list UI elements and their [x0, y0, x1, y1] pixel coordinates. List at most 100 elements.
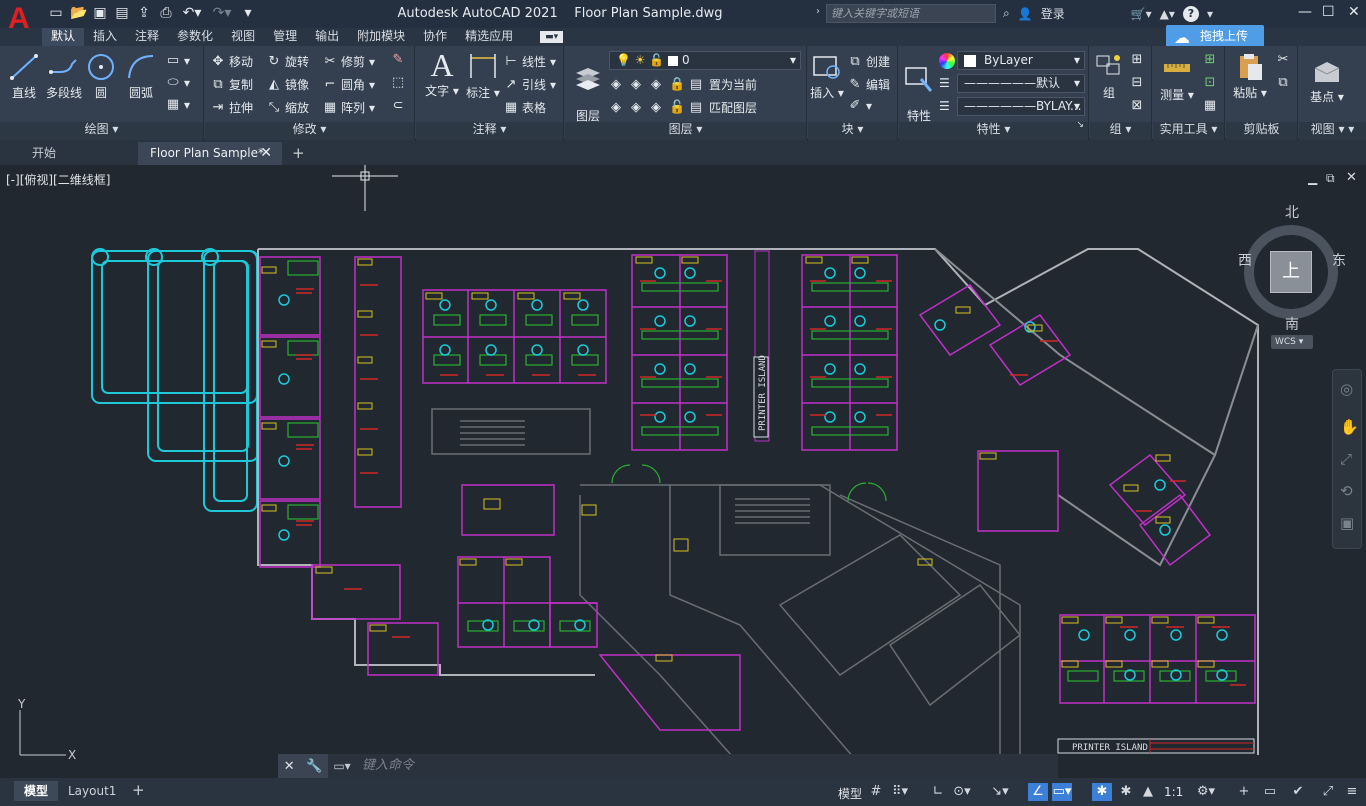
- tab-manage[interactable]: 管理: [264, 28, 306, 46]
- annotation-scale-icon[interactable]: ▲: [1138, 783, 1158, 801]
- object-snap-icon[interactable]: ▭▾: [1052, 783, 1072, 801]
- layer-isolate-icon[interactable]: ◈: [629, 77, 643, 92]
- fillet-button[interactable]: ⌐ 圆角 ▾: [323, 76, 376, 93]
- linetype-dropdown[interactable]: ——————默认 ▾: [957, 74, 1085, 93]
- save-icon[interactable]: ▣: [92, 5, 108, 21]
- clean-screen-icon[interactable]: ⤢: [1318, 783, 1338, 801]
- autodesk-icon[interactable]: ▲▾: [1160, 7, 1175, 21]
- tab-output[interactable]: 输出: [306, 28, 348, 46]
- base-button[interactable]: 基点 ▾: [1307, 56, 1347, 105]
- properties-panel-label[interactable]: 特性 ▾ ↘: [899, 120, 1088, 137]
- layer-thaw-icon[interactable]: ◈: [649, 100, 663, 115]
- edit-block-button[interactable]: ✎ 编辑: [848, 76, 890, 93]
- annotation-panel-label[interactable]: 注释 ▾: [416, 120, 563, 137]
- file-tab-start[interactable]: 开始: [20, 142, 140, 165]
- rotate-button[interactable]: ↻ 旋转: [267, 53, 309, 70]
- layer-unlock-icon[interactable]: 🔓: [669, 100, 685, 115]
- search-input[interactable]: 键入关键字或短语: [826, 4, 996, 23]
- groups-panel-label[interactable]: 组 ▾: [1090, 120, 1151, 137]
- file-tab-floor-plan[interactable]: Floor Plan Sample* ✕: [138, 142, 282, 165]
- zoom-extents-icon[interactable]: ⤢: [1340, 450, 1352, 468]
- linear-dim-button[interactable]: ⊢ 线性 ▾: [504, 53, 556, 70]
- steering-wheel-icon[interactable]: ◎: [1340, 380, 1353, 398]
- tab-addins[interactable]: 附加模块: [348, 28, 414, 46]
- floor-plan-drawing[interactable]: PRINTER ISLAND PRINTER ISLAND Y X: [0, 165, 1366, 778]
- command-prompt-icon[interactable]: ▭▾: [328, 754, 356, 778]
- maximize-icon[interactable]: ☐: [1322, 4, 1335, 20]
- workspace-gear-icon[interactable]: ⚙▾: [1196, 783, 1216, 801]
- group-button[interactable]: 组: [1092, 52, 1126, 101]
- scale-button[interactable]: ⤡ 缩放: [267, 99, 309, 116]
- tab-featured-apps[interactable]: 精选应用: [456, 28, 522, 46]
- quick-select-icon[interactable]: ⊞: [1203, 53, 1217, 67]
- trim-button[interactable]: ✂ 修剪 ▾: [323, 53, 376, 70]
- calculator-icon[interactable]: ▦: [1203, 99, 1217, 113]
- customize-command-icon[interactable]: 🔧: [306, 759, 322, 774]
- explode-icon[interactable]: ⬚: [391, 76, 405, 90]
- layer-unisolate-icon[interactable]: ◈: [629, 100, 643, 115]
- isodraft-icon[interactable]: ↘▾: [990, 783, 1010, 801]
- annotation-visibility-icon[interactable]: ✱: [1092, 783, 1112, 801]
- tab-insert[interactable]: 插入: [84, 28, 126, 46]
- rectangle-icon[interactable]: ▭ ▾: [166, 54, 190, 69]
- viewcube[interactable]: 上 北 南 东 西: [1238, 205, 1348, 333]
- help-icon[interactable]: ?: [1182, 5, 1199, 22]
- showmotion-icon[interactable]: ▣: [1340, 514, 1354, 532]
- layer-dropdown[interactable]: 💡 ☀ 🔓 0 ▾: [609, 51, 801, 70]
- model-space-toggle[interactable]: 模型: [838, 785, 862, 802]
- block-attributes-icon[interactable]: ✐ ▾: [848, 99, 872, 114]
- move-button[interactable]: ✥ 移动: [211, 53, 253, 70]
- clipboard-panel-label[interactable]: 剪贴板: [1226, 120, 1297, 137]
- close-command-line-icon[interactable]: ✕: [284, 759, 295, 774]
- stretch-button[interactable]: ⇥ 拉伸: [211, 99, 253, 116]
- layer-off-icon[interactable]: ◈: [609, 77, 623, 92]
- ungroup-icon[interactable]: ⊞: [1130, 53, 1144, 67]
- viewport-restore-icon[interactable]: ⧉: [1326, 171, 1335, 186]
- new-file-icon[interactable]: ▭: [48, 5, 64, 21]
- cut-icon[interactable]: ✂: [1276, 53, 1290, 67]
- orbit-icon[interactable]: ⟲: [1340, 482, 1353, 500]
- layer-on-icon[interactable]: ◈: [609, 100, 623, 115]
- new-tab-icon[interactable]: +: [292, 144, 305, 162]
- command-input[interactable]: 键入命令: [356, 754, 1058, 778]
- polar-tracking-icon[interactable]: ⊙▾: [952, 783, 972, 801]
- paste-button[interactable]: 粘贴 ▾: [1232, 52, 1268, 101]
- dimension-button[interactable]: 标注 ▾: [464, 52, 502, 101]
- set-current-button[interactable]: 置为当前: [709, 76, 757, 93]
- close-icon[interactable]: ✕: [1348, 4, 1360, 20]
- array-button[interactable]: ▦ 阵列 ▾: [323, 99, 375, 116]
- layer-freeze-icon[interactable]: ◈: [649, 77, 663, 92]
- viewcube-top-face[interactable]: 上: [1270, 251, 1312, 293]
- annotation-monitor-icon[interactable]: +: [1234, 783, 1254, 801]
- print-icon[interactable]: ⎙: [158, 5, 174, 21]
- lineweight-dropdown[interactable]: ——————BYLAY... ▾: [957, 97, 1085, 116]
- color-dropdown[interactable]: ByLayer ▾: [957, 51, 1085, 70]
- measure-button[interactable]: 测量 ▾: [1157, 54, 1197, 103]
- tab-home[interactable]: 默认: [42, 28, 85, 46]
- help-dropdown-icon[interactable]: ▾: [1207, 7, 1213, 21]
- cart-icon[interactable]: 🛒▾: [1131, 7, 1152, 21]
- block-panel-label[interactable]: 块 ▾: [808, 120, 897, 137]
- redo-icon[interactable]: ↷▾: [210, 5, 234, 21]
- copy-button[interactable]: ⧉ 复制: [211, 76, 253, 93]
- hatch-icon[interactable]: ⬭ ▾: [166, 76, 190, 91]
- layout-tab-model[interactable]: 模型: [14, 781, 59, 801]
- login-link[interactable]: 登录: [1041, 5, 1065, 22]
- layers-panel-label[interactable]: 图层 ▾: [565, 120, 806, 137]
- customize-qat-icon[interactable]: ▾: [240, 5, 256, 21]
- copy-clip-icon[interactable]: ⧉: [1276, 76, 1290, 90]
- line-button[interactable]: 直线: [6, 52, 42, 101]
- grid-icon[interactable]: #: [866, 783, 886, 801]
- leader-button[interactable]: ↗ 引线 ▾: [504, 76, 557, 93]
- layout-tab-layout1[interactable]: Layout1: [58, 781, 126, 801]
- compass-north[interactable]: 北: [1285, 202, 1299, 222]
- modify-panel-label[interactable]: 修改 ▾: [205, 120, 414, 137]
- compass-east[interactable]: 东: [1332, 250, 1346, 270]
- circle-button[interactable]: 圆: [84, 52, 118, 101]
- tab-annotate[interactable]: 注释: [126, 28, 168, 46]
- color-wheel-icon[interactable]: [939, 53, 955, 69]
- insert-block-button[interactable]: 插入 ▾: [810, 52, 844, 101]
- pan-icon[interactable]: ✋: [1340, 418, 1359, 436]
- save-as-icon[interactable]: ▤: [114, 5, 130, 21]
- compass-west[interactable]: 西: [1238, 250, 1252, 270]
